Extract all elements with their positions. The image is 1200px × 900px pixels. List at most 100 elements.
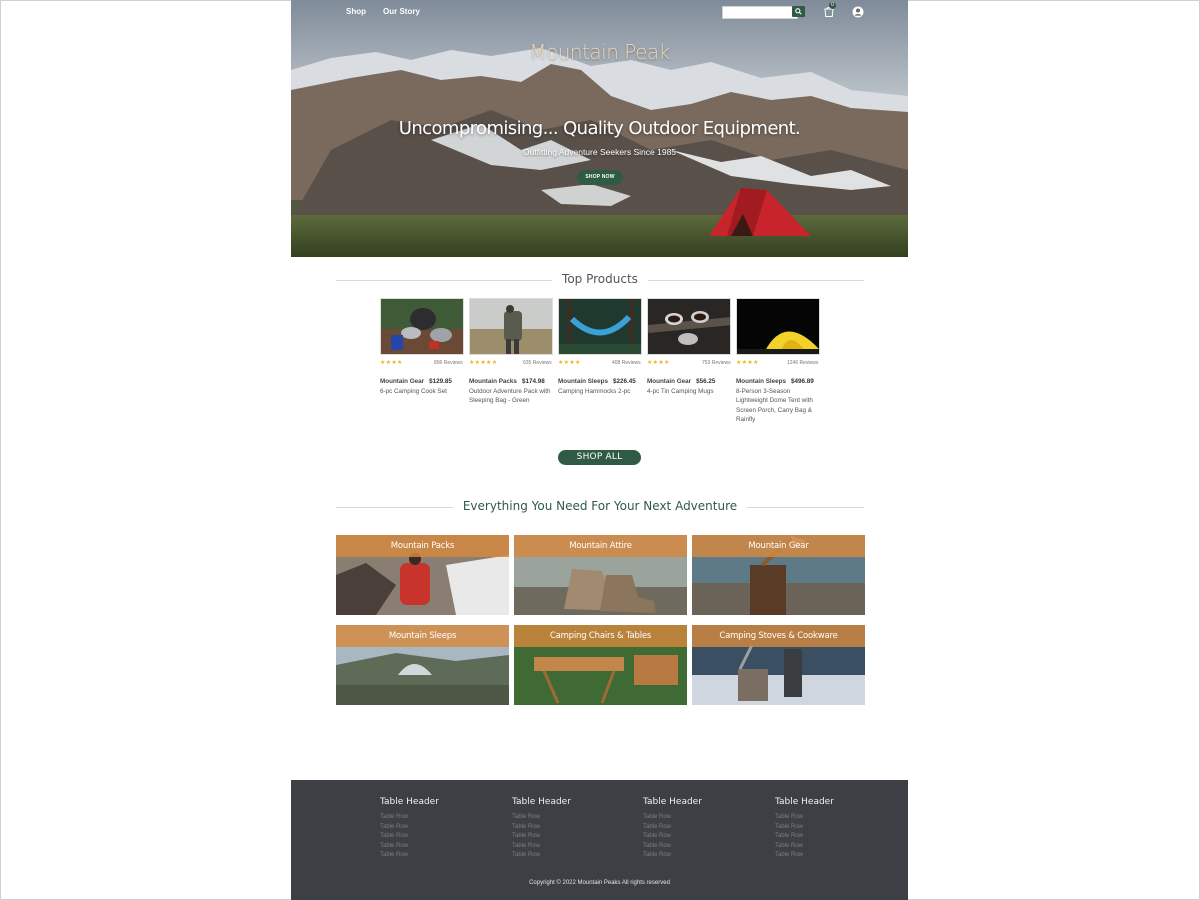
product-info[interactable]: Mountain Sleeps $496.89 8-Person 3-Season… bbox=[736, 377, 820, 425]
review-count[interactable]: 753 Reviews bbox=[702, 360, 731, 366]
rating-stars: ★★★★★ bbox=[469, 360, 498, 366]
shop-now-button[interactable]: SHOP NOW bbox=[577, 170, 623, 185]
adventure-heading: Everything You Need For Your Next Advent… bbox=[452, 499, 748, 513]
product-name[interactable]: Camping Hammocks 2-pc bbox=[558, 388, 630, 395]
top-nav: Shop Our Story 0 bbox=[291, 0, 908, 24]
product-info[interactable]: Mountain Gear $129.85 6-pc Camping Cook S… bbox=[380, 377, 466, 396]
product-card[interactable] bbox=[736, 298, 820, 355]
footer-link[interactable]: Table Row bbox=[512, 851, 571, 861]
footer-link[interactable]: Table Row bbox=[775, 823, 834, 833]
review-count[interactable]: 635 Reviews bbox=[523, 360, 552, 366]
category-tile-camping-stoves-cookware[interactable]: Camping Stoves & Cookware bbox=[692, 625, 865, 705]
rating-stars: ★★★★ bbox=[380, 360, 403, 366]
review-count[interactable]: 408 Reviews bbox=[612, 360, 641, 366]
nav-shop-link[interactable]: Shop bbox=[346, 7, 366, 16]
page: Shop Our Story 0 Mountain Peak Uncomprom bbox=[291, 0, 908, 900]
product-card[interactable] bbox=[380, 298, 464, 355]
rating-stars: ★★★★ bbox=[736, 360, 759, 366]
footer-link[interactable]: Table Row bbox=[643, 851, 702, 861]
product-name[interactable]: 4-pc Tin Camping Mugs bbox=[647, 388, 714, 395]
cart-count-badge: 0 bbox=[829, 2, 836, 9]
category-tile-camping-chairs-tables[interactable]: Camping Chairs & Tables bbox=[514, 625, 687, 705]
category-label: Mountain Sleeps bbox=[388, 631, 457, 641]
category-label: Camping Chairs & Tables bbox=[549, 631, 652, 641]
review-count[interactable]: 1246 Reviews bbox=[787, 360, 818, 366]
dome-tent-photo bbox=[737, 299, 819, 354]
product-price: $56.25 bbox=[696, 378, 716, 385]
top-products-heading-row: Top Products bbox=[336, 272, 864, 288]
footer-link[interactable]: Table Row bbox=[643, 813, 702, 823]
footer-link[interactable]: Table Row bbox=[512, 842, 571, 852]
category-tile-mountain-gear[interactable]: Mountain Gear bbox=[692, 535, 865, 615]
footer-link[interactable]: Table Row bbox=[775, 842, 834, 852]
cook-set-photo bbox=[381, 299, 463, 354]
product-brand: Mountain Sleeps bbox=[558, 378, 609, 385]
footer-link[interactable]: Table Row bbox=[643, 842, 702, 852]
footer-link[interactable]: Table Row bbox=[380, 823, 439, 833]
product-name[interactable]: 6-pc Camping Cook Set bbox=[380, 388, 447, 395]
product-image[interactable] bbox=[647, 298, 731, 355]
hero-subtitle: Outfitting Adventure Seekers Since 1985 bbox=[522, 147, 677, 157]
footer-column: Table Header Table Row Table Row Table R… bbox=[512, 797, 571, 861]
footer-column-header: Table Header bbox=[380, 797, 439, 807]
product-info[interactable]: Mountain Sleeps $226.45 Camping Hammocks … bbox=[558, 377, 644, 396]
product-price: $226.45 bbox=[613, 378, 636, 385]
footer-column-header: Table Header bbox=[643, 797, 702, 807]
product-info[interactable]: Mountain Gear $56.25 4-pc Tin Camping Mug… bbox=[647, 377, 733, 396]
footer-column: Table Header Table Row Table Row Table R… bbox=[380, 797, 439, 861]
product-brand: Mountain Sleeps bbox=[736, 378, 787, 385]
product-info[interactable]: Mountain Packs $174.98 Outdoor Adventure … bbox=[469, 377, 555, 406]
product-card[interactable] bbox=[558, 298, 642, 355]
product-price: $129.85 bbox=[429, 378, 452, 385]
footer-link[interactable]: Table Row bbox=[643, 823, 702, 833]
rating-stars: ★★★★ bbox=[558, 360, 581, 366]
product-brand: Mountain Gear bbox=[647, 378, 692, 385]
footer-link[interactable]: Table Row bbox=[380, 813, 439, 823]
nav-our-story-link[interactable]: Our Story bbox=[383, 7, 420, 16]
hero-headline: Uncompromising... Quality Outdoor Equipm… bbox=[398, 118, 801, 139]
rating-stars: ★★★★ bbox=[647, 360, 670, 366]
product-card[interactable] bbox=[469, 298, 553, 355]
category-tile-mountain-attire[interactable]: Mountain Attire bbox=[514, 535, 687, 615]
product-card[interactable] bbox=[647, 298, 731, 355]
product-brand: Mountain Gear bbox=[380, 378, 425, 385]
footer-link[interactable]: Table Row bbox=[775, 851, 834, 861]
footer-link[interactable]: Table Row bbox=[512, 823, 571, 833]
product-name[interactable]: Outdoor Adventure Pack with Sleeping Bag… bbox=[469, 388, 551, 405]
category-tile-mountain-sleeps[interactable]: Mountain Sleeps bbox=[336, 625, 509, 705]
product-image[interactable] bbox=[380, 298, 464, 355]
shop-all-button[interactable]: SHOP ALL bbox=[558, 450, 641, 465]
product-image[interactable] bbox=[558, 298, 642, 355]
product-price: $174.98 bbox=[521, 378, 545, 385]
category-label: Mountain Gear bbox=[748, 541, 809, 551]
category-label: Mountain Packs bbox=[390, 541, 455, 551]
top-products-heading: Top Products bbox=[552, 272, 648, 286]
footer-link[interactable]: Table Row bbox=[643, 832, 702, 842]
tin-mugs-photo bbox=[648, 299, 730, 354]
footer-column: Table Header Table Row Table Row Table R… bbox=[643, 797, 702, 861]
review-count[interactable]: 806 Reviews bbox=[434, 360, 463, 366]
search-button[interactable] bbox=[792, 6, 805, 17]
footer-link[interactable]: Table Row bbox=[775, 813, 834, 823]
hero-brand-title: Mountain Peak bbox=[529, 40, 670, 64]
footer-link[interactable]: Table Row bbox=[775, 832, 834, 842]
divider-left bbox=[336, 280, 552, 281]
footer-column-header: Table Header bbox=[512, 797, 571, 807]
search-input[interactable] bbox=[722, 6, 798, 19]
category-tile-mountain-packs[interactable]: Mountain Packs bbox=[336, 535, 509, 615]
footer-link[interactable]: Table Row bbox=[380, 851, 439, 861]
footer-link[interactable]: Table Row bbox=[380, 832, 439, 842]
product-image[interactable] bbox=[469, 298, 553, 355]
product-image[interactable] bbox=[736, 298, 820, 355]
product-brand: Mountain Packs bbox=[469, 378, 517, 385]
adventure-heading-row: Everything You Need For Your Next Advent… bbox=[336, 499, 864, 515]
product-name[interactable]: 8-Person 3-Season Lightweight Dome Tent … bbox=[736, 388, 813, 424]
footer-link[interactable]: Table Row bbox=[512, 813, 571, 823]
divider-right bbox=[648, 280, 864, 281]
footer-link[interactable]: Table Row bbox=[380, 842, 439, 852]
footer-column: Table Header Table Row Table Row Table R… bbox=[775, 797, 834, 861]
copyright-text: Copyright © 2022 Mountain Peaks All righ… bbox=[529, 880, 670, 886]
account-icon[interactable] bbox=[852, 6, 864, 18]
search-icon bbox=[795, 8, 802, 15]
footer-link[interactable]: Table Row bbox=[512, 832, 571, 842]
